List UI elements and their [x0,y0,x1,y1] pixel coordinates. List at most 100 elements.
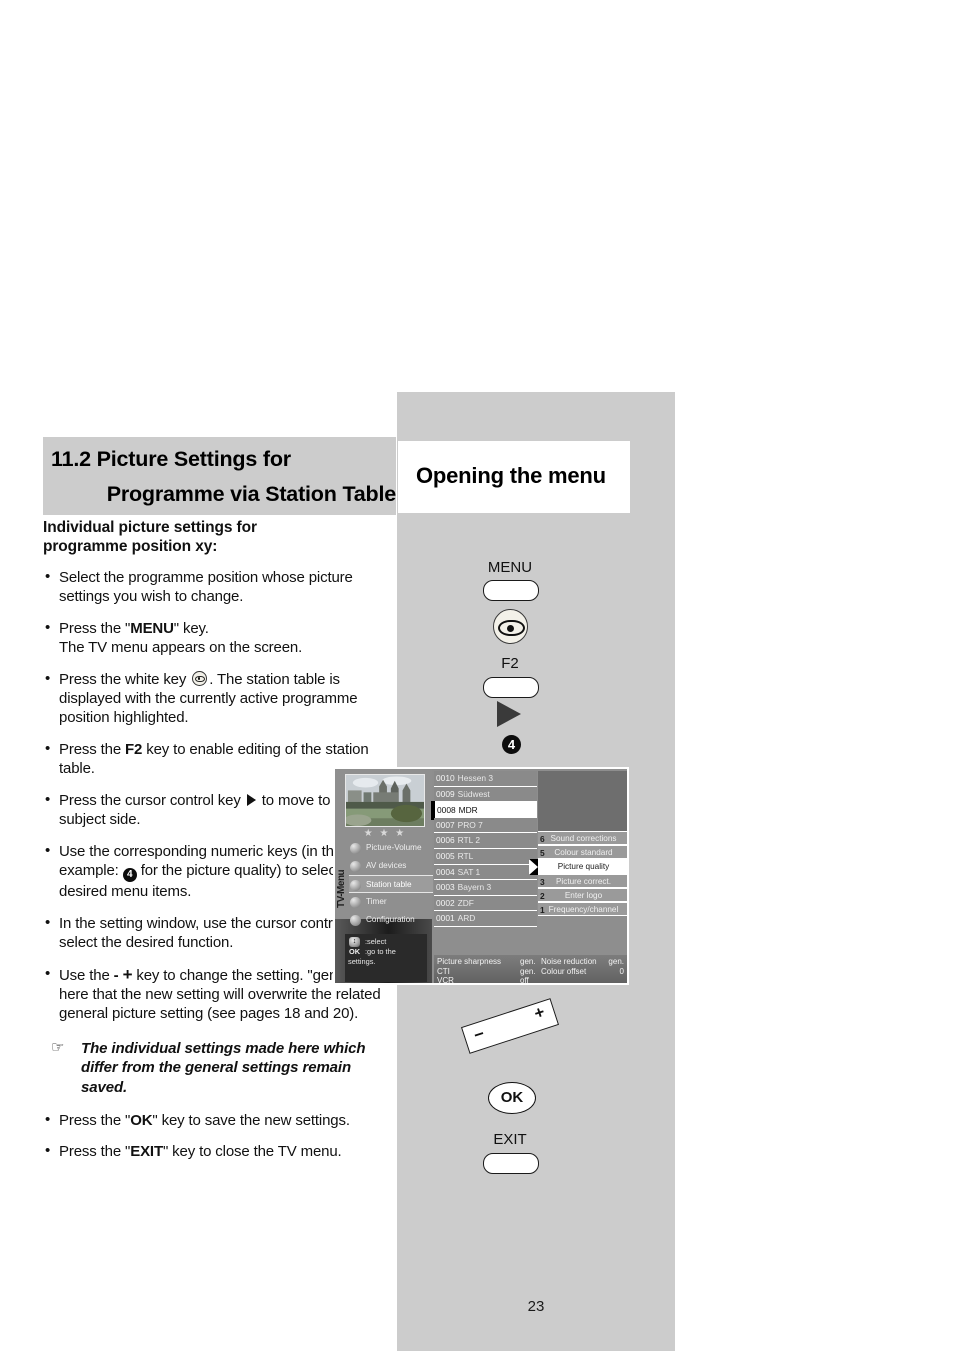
table-row[interactable]: 0004 SAT 1 [434,864,537,881]
hint-select-row: ↕ :select [348,937,424,947]
subheading-line2: programme position xy: [43,538,218,555]
ok-key-button[interactable]: OK [488,1082,536,1114]
menu-item-picture-correct[interactable]: 3 Picture correct. [538,873,627,888]
station-name: PRO 7 [457,819,483,830]
section-heading-line2: Programme via Station Table [106,482,397,506]
station-name: SAT 1 [457,866,481,877]
minus-label: − [471,1023,487,1046]
menu-item-label: Picture correct. [555,876,612,886]
sidebar-item-label: Configuration [366,915,415,924]
f2-key-name: F2 [125,740,143,758]
bullet-ball-icon [350,880,361,891]
station-number: 0003 [436,882,455,893]
station-number: 0001 [436,913,455,924]
f2-key-button[interactable] [483,677,539,698]
menu-key-label: MENU [487,559,533,576]
menu-key-name: MENU [130,619,174,637]
sidebar-item-label: AV devices [366,861,407,870]
numeric-key-4-icon: 4 [122,867,137,882]
settings-status-bar: Picture sharpness gen. Noise reduction g… [434,955,627,985]
menu-item-label: Picture quality [557,862,610,872]
triangle-right-icon[interactable] [497,701,521,727]
triangle-right-icon [246,793,256,806]
station-name: MDR [458,805,478,816]
setting-label: Picture sharpness [437,957,502,966]
table-row-selected[interactable]: 0008 MDR [431,801,537,820]
subheading: Individual picture settings for programm… [43,518,395,556]
hint-ok-row: OK :go to the [348,947,424,957]
setting-label: Noise reduction [541,957,597,966]
station-name: RTL 2 [457,835,480,846]
sidebar-item-station-table[interactable]: Station table [349,875,433,893]
minus-glyph: - [113,966,119,984]
setting-value: gen. [520,957,536,966]
menu-item-label: Frequency/channel [548,904,619,914]
pointing-hand-icon: ☞ [51,1039,65,1057]
sidebar-item-configuration[interactable]: Configuration [349,911,433,929]
station-name: ZDF [457,897,474,908]
thumbnail-image [346,775,424,826]
setting-label: CTI [437,966,450,976]
right-title-box: Opening the menu [398,441,630,513]
rating-stars: ★ ★ ★ [363,828,407,839]
station-name: Bayern 3 [457,882,492,893]
menu-item-frequency-channel[interactable]: 1 Frequency/channel [538,901,627,917]
hint-ok-text: :go to the [365,947,396,956]
instruction-list-tail: Press the "OK" key to save the new setti… [43,1110,395,1162]
setting-label: VCR [437,976,454,985]
list-item: Press the "EXIT" key to close the TV men… [43,1141,395,1161]
eye-icon [192,670,208,686]
bullet-ball-icon [350,897,361,908]
menu-item-index: 5 [540,848,545,859]
setting-value: off [520,976,529,985]
table-row[interactable]: 0009 Südwest [434,786,537,803]
menu-item-colour-standard[interactable]: 5 Colour standard [538,845,627,860]
status-row: Picture sharpness gen. Noise reduction g… [437,957,626,967]
menu-key-button[interactable] [483,580,539,601]
list-item: Press the white key . The station table … [43,669,395,728]
station-number: 0005 [436,850,455,861]
station-number: 0007 [436,819,455,830]
tv-menu-vertical-label: TV-Menu [336,869,347,909]
menu-item-picture-quality[interactable]: Picture quality [529,859,627,876]
menu-item-label: Colour standard [554,848,613,858]
table-row[interactable]: 0002 ZDF [434,895,537,912]
station-number: 0004 [436,866,455,877]
note-text: The individual settings made here which … [81,1040,366,1096]
table-row[interactable]: 0005 RTL [434,848,537,865]
plus-glyph: + [122,964,133,984]
cursor-arrow-icon [529,859,538,876]
exit-key-button[interactable] [483,1153,539,1174]
list-item: Press the "OK" key to save the new setti… [43,1110,395,1130]
sidebar-item-timer[interactable]: Timer [349,893,433,911]
setting-label: Colour offset [541,966,587,976]
menu-item-index: 1 [540,904,545,915]
ok-key-name: OK [130,1111,153,1129]
hint-select-text: :select [365,937,387,946]
section-heading-band: 11.2 Picture Settings for Programme via … [43,437,396,515]
station-number: 0010 [436,773,455,783]
setting-value: gen. [608,957,624,966]
station-table-list: 0010 Hessen 3 0009 Südwest 0008 MDR 0007 PRO… [431,771,537,927]
sidebar-item-av-devices[interactable]: AV devices [349,857,433,875]
right-title-text: Opening the menu [416,463,606,488]
menu-item-enter-logo[interactable]: 2 Enter logo [538,887,627,902]
bullet-ball-icon [350,843,361,854]
table-row[interactable]: 0007 PRO 7 [434,817,537,834]
table-row[interactable]: 0010 Hessen 3 [434,771,537,787]
exit-key-name: EXIT [130,1143,163,1161]
tv-hint-box: ↕ :select OK :go to the settings. [345,934,427,982]
station-name: Hessen 3 [457,773,494,783]
sidebar-item-picture-volume[interactable]: Picture-Volume [349,839,433,857]
menu-item-label: Enter logo [564,890,603,900]
table-row[interactable]: 0006 RTL 2 [434,833,537,849]
numeric-key-4-icon[interactable]: 4 [502,735,521,754]
eye-icon[interactable] [493,609,528,644]
table-row[interactable]: 0001 ARD [434,911,537,927]
list-item: Select the programme position whose pict… [43,567,395,606]
menu-item-sound-corrections[interactable]: 6 Sound corrections [538,831,627,846]
ok-key-icon: OK [349,947,361,956]
station-number: 0009 [436,788,455,799]
table-row[interactable]: 0003 Bayern 3 [434,880,537,896]
hint-ok-text-2: settings. [348,957,376,966]
